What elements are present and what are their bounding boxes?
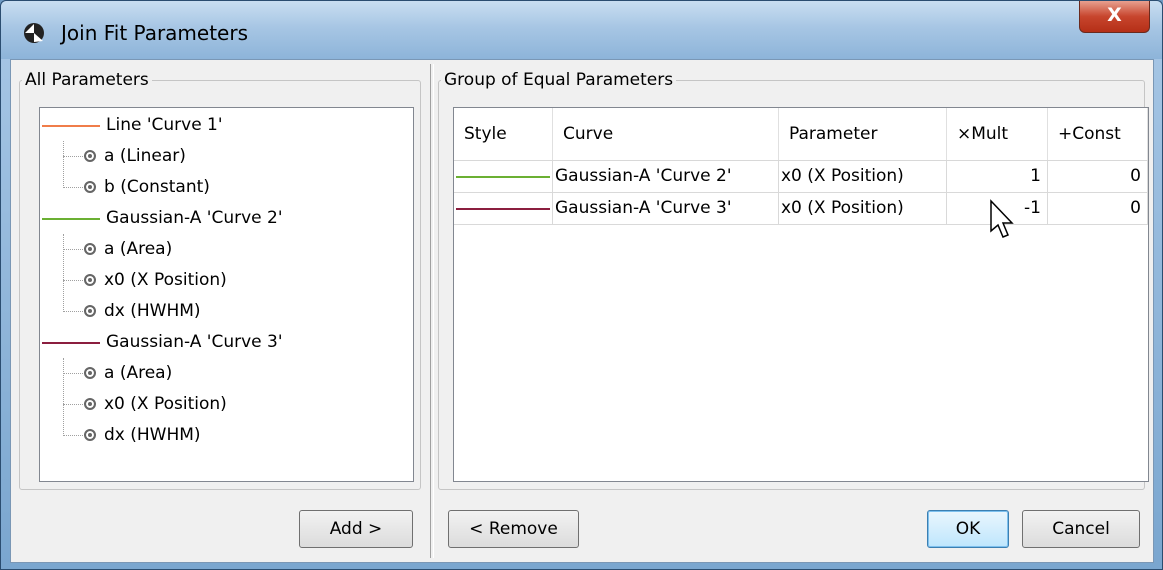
table-header: Style Curve Parameter ×Mult +Const: [454, 108, 1148, 161]
curve-style-swatch: [42, 218, 100, 220]
column-header[interactable]: ×Mult: [947, 108, 1048, 160]
curve-style-swatch: [456, 176, 550, 178]
right-panel: Group of Equal Parameters Style Curve Para…: [434, 64, 1149, 558]
curve-style-swatch: [42, 125, 100, 127]
tree-connector: [63, 435, 83, 436]
table-row[interactable]: Gaussian-A 'Curve 3' x0 (X Position) -1 0: [454, 193, 1148, 225]
tree-connector: [63, 187, 83, 188]
parameter-gear-icon: [84, 305, 96, 317]
curve-cell: Gaussian-A 'Curve 3': [553, 193, 779, 225]
tree-curve-label: Gaussian-A 'Curve 2': [106, 208, 283, 228]
dialog-body: All Parameters Line 'Curve 1' a (Linear) b…: [10, 59, 1154, 563]
parameter-cell: x0 (X Position): [779, 161, 947, 193]
tree-connector: [63, 280, 83, 281]
left-panel: All Parameters Line 'Curve 1' a (Linear) b…: [15, 64, 425, 558]
column-header[interactable]: Curve: [553, 108, 779, 160]
all-parameters-title: All Parameters: [25, 70, 149, 90]
remove-button[interactable]: < Remove: [448, 510, 579, 548]
tree-branch-line: [63, 234, 64, 312]
tree-connector: [63, 373, 83, 374]
column-header[interactable]: Parameter: [779, 108, 947, 160]
column-header[interactable]: Style: [454, 108, 553, 160]
tree-parameter-label: x0 (X Position): [104, 270, 227, 290]
tree-parameter-label: b (Constant): [104, 177, 210, 197]
mouse-pointer-icon: [990, 199, 1014, 238]
parameter-gear-icon: [84, 181, 96, 193]
tree-parameter-label: a (Linear): [104, 146, 186, 166]
parameter-gear-icon: [84, 367, 96, 379]
cancel-button[interactable]: Cancel: [1022, 510, 1140, 548]
add-button[interactable]: Add >: [299, 510, 413, 548]
tree-parameter-label: dx (HWHM): [104, 425, 201, 445]
tree-connector: [63, 249, 83, 250]
curve-style-swatch: [42, 342, 100, 344]
tree-connector: [63, 311, 83, 312]
tree-connector: [63, 404, 83, 405]
tree-curve-label: Gaussian-A 'Curve 3': [106, 332, 283, 352]
parameter-gear-icon: [84, 150, 96, 162]
parameter-gear-icon: [84, 274, 96, 286]
tree-branch-line: [63, 141, 64, 188]
mult-cell[interactable]: 1: [947, 161, 1048, 193]
window-title: Join Fit Parameters: [61, 21, 249, 45]
column-header[interactable]: +Const: [1048, 108, 1148, 160]
app-logo-icon: [24, 23, 44, 43]
tree-parameter-label: x0 (X Position): [104, 394, 227, 414]
const-cell[interactable]: 0: [1048, 193, 1148, 225]
parameter-gear-icon: [84, 398, 96, 410]
table-row[interactable]: Gaussian-A 'Curve 2' x0 (X Position) 1 0: [454, 161, 1148, 193]
dialog-window: Join Fit Parameters X All Parameters Lin…: [0, 0, 1163, 570]
tree-branch-line: [63, 358, 64, 436]
style-cell: [454, 161, 553, 193]
parameter-gear-icon: [84, 429, 96, 441]
ok-button[interactable]: OK: [927, 510, 1009, 548]
tree-curve-label: Line 'Curve 1': [106, 115, 223, 135]
tree-parameter-label: a (Area): [104, 239, 173, 259]
equal-parameters-table[interactable]: Style Curve Parameter ×Mult +Const Gaussian-…: [453, 107, 1149, 482]
title-bar[interactable]: Join Fit Parameters X: [1, 1, 1162, 59]
tree-connector: [63, 156, 83, 157]
tree-parameter-label: dx (HWHM): [104, 301, 201, 321]
parameter-cell: x0 (X Position): [779, 193, 947, 225]
const-cell[interactable]: 0: [1048, 161, 1148, 193]
tree-parameter-label: a (Area): [104, 363, 173, 383]
equal-parameters-title: Group of Equal Parameters: [444, 70, 674, 90]
parameter-gear-icon: [84, 243, 96, 255]
curve-style-swatch: [456, 208, 550, 210]
close-icon: X: [1107, 4, 1122, 26]
parameter-tree[interactable]: Line 'Curve 1' a (Linear) b (Constant) Gaus…: [39, 107, 414, 482]
curve-cell: Gaussian-A 'Curve 2': [553, 161, 779, 193]
style-cell: [454, 193, 553, 225]
close-button[interactable]: X: [1079, 1, 1150, 33]
